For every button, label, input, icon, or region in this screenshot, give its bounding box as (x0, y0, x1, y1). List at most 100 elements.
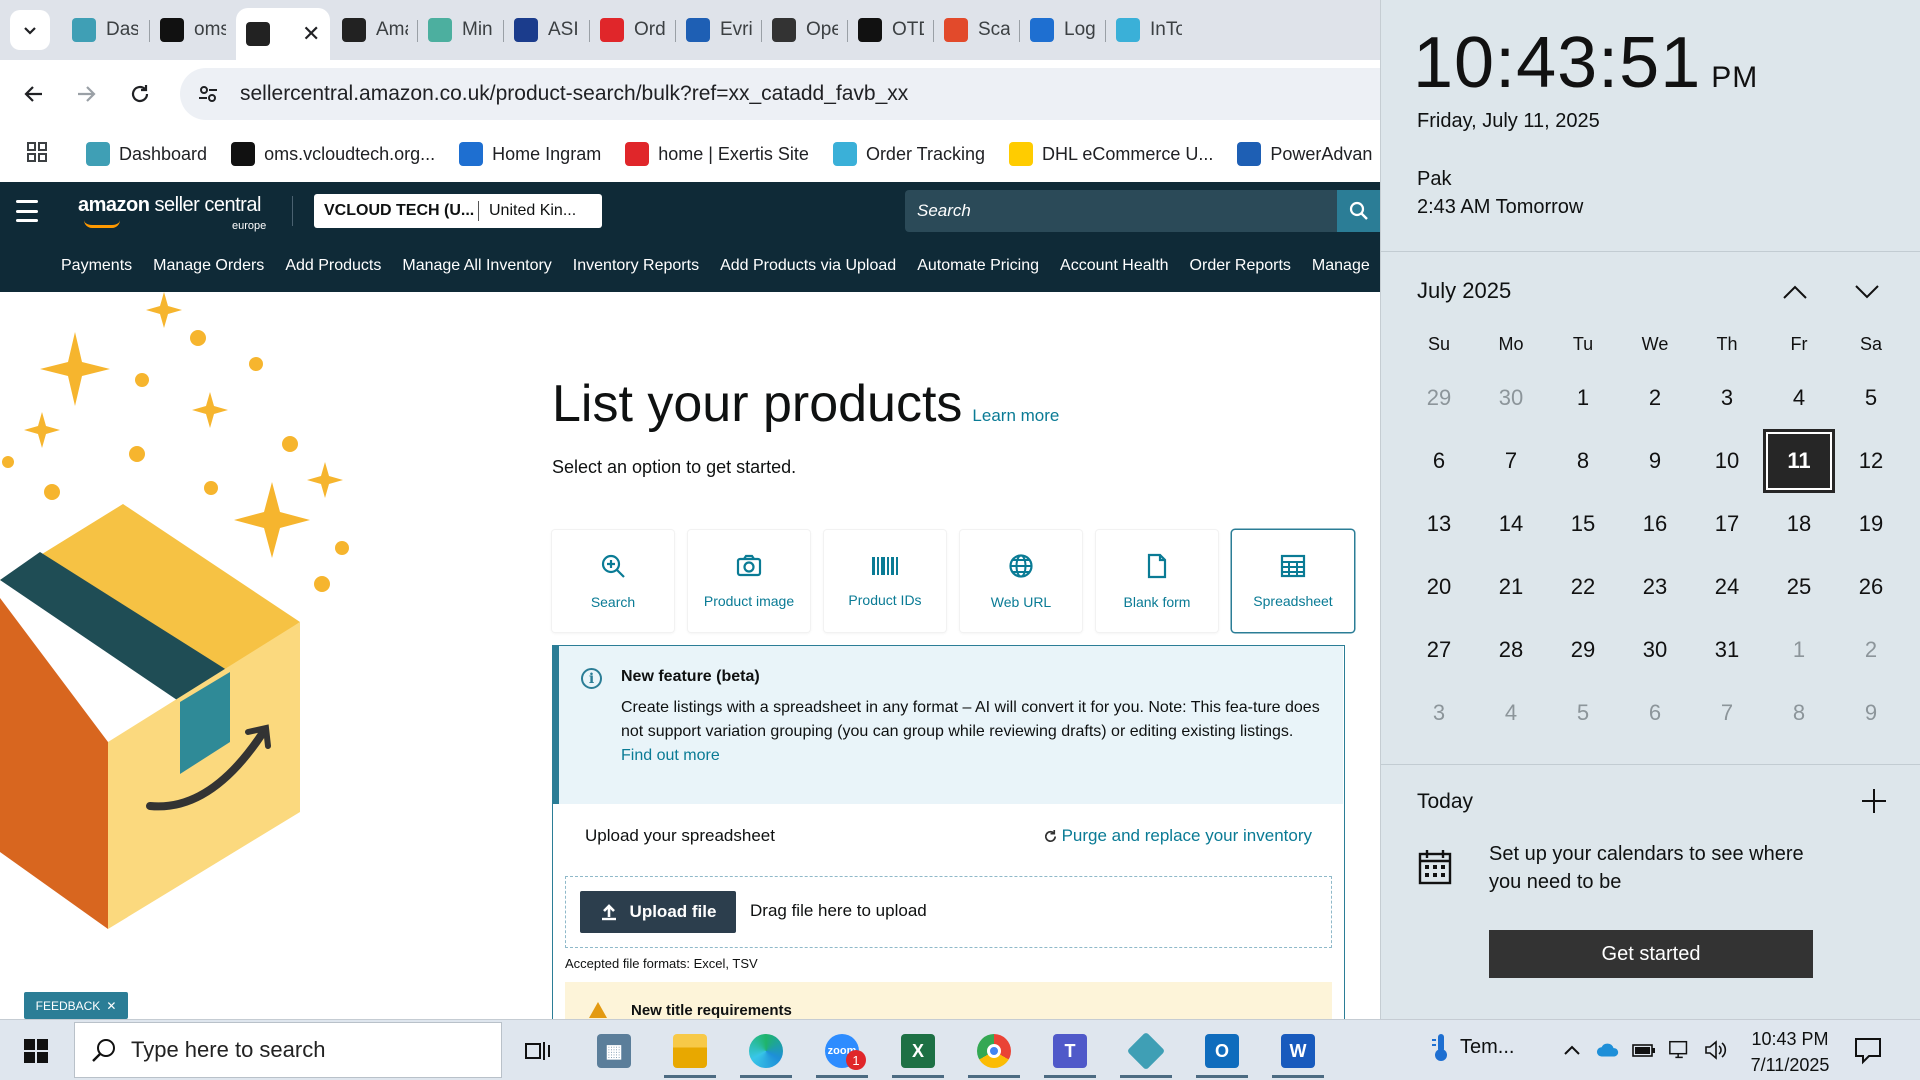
calendar-day[interactable]: 23 (1619, 555, 1691, 618)
close-icon[interactable]: ✕ (106, 999, 116, 1013)
get-started-button[interactable]: Get started (1489, 930, 1813, 978)
calendar-day[interactable]: 9 (1835, 681, 1907, 744)
seller-nav-item[interactable]: Payments (61, 257, 132, 275)
apps-grid-button[interactable] (26, 141, 48, 168)
seller-nav-item[interactable]: Add Products (285, 257, 381, 275)
browser-tab[interactable]: Ope (762, 8, 848, 52)
calendar-day[interactable]: 17 (1691, 492, 1763, 555)
calendar-day[interactable]: 16 (1619, 492, 1691, 555)
calendar-day[interactable]: 1 (1763, 618, 1835, 681)
calendar-day[interactable]: 19 (1835, 492, 1907, 555)
option-card[interactable]: Spreadsheet (1232, 530, 1354, 632)
calendar-day[interactable]: 10 (1691, 429, 1763, 492)
bookmark-item[interactable]: oms.vcloudtech.org... (231, 142, 435, 166)
seller-nav-item[interactable]: Automate Pricing (917, 257, 1039, 275)
browser-tab[interactable]: Ama (332, 8, 418, 52)
file-drop-zone[interactable]: Upload file Drag file here to upload (565, 876, 1332, 948)
calendar-day[interactable]: 12 (1835, 429, 1907, 492)
file-explorer-app[interactable] (660, 1024, 720, 1078)
seller-search-button[interactable] (1337, 190, 1380, 232)
calendar-day[interactable]: 8 (1547, 429, 1619, 492)
notification-center-icon[interactable] (1852, 1034, 1884, 1066)
browser-tab[interactable]: oms (150, 8, 236, 52)
task-view-button[interactable] (508, 1024, 568, 1078)
seller-nav-item[interactable]: Manage Orders (153, 257, 264, 275)
calendar-day[interactable]: 26 (1835, 555, 1907, 618)
calendar-day[interactable]: 29 (1547, 618, 1619, 681)
url-text[interactable]: sellercentral.amazon.co.uk/product-searc… (240, 82, 908, 106)
option-card[interactable]: Product image (688, 530, 810, 632)
browser-tab[interactable]: ASI (504, 8, 590, 52)
calendar-day[interactable]: 1 (1547, 366, 1619, 429)
tab-search-button[interactable] (10, 10, 50, 50)
hamburger-menu-icon[interactable] (16, 200, 38, 222)
seller-nav-item[interactable]: Manage All Inventory (402, 257, 551, 275)
browser-tab[interactable]: Scar (934, 8, 1020, 52)
browser-tab[interactable]: Evri (676, 8, 762, 52)
calendar-day[interactable]: 5 (1547, 681, 1619, 744)
browser-tab[interactable]: Ord (590, 8, 676, 52)
calendar-day[interactable]: 21 (1475, 555, 1547, 618)
calendar-day[interactable]: 9 (1619, 429, 1691, 492)
calendar-day[interactable]: 2 (1619, 366, 1691, 429)
calendar-day[interactable]: 6 (1619, 681, 1691, 744)
calendar-day[interactable]: 22 (1547, 555, 1619, 618)
calendar-day[interactable]: 24 (1691, 555, 1763, 618)
option-card[interactable]: Product IDs (824, 530, 946, 632)
browser-tab[interactable]: Min (418, 8, 504, 52)
address-bar[interactable]: sellercentral.amazon.co.uk/product-searc… (180, 68, 1380, 120)
taskbar-search-input[interactable]: Type here to search (74, 1022, 502, 1078)
seller-nav-item[interactable]: Add Products via Upload (720, 257, 896, 275)
option-card[interactable]: Web URL (960, 530, 1082, 632)
calendar-day[interactable]: 27 (1403, 618, 1475, 681)
calendar-day[interactable]: 15 (1547, 492, 1619, 555)
calendar-day[interactable]: 20 (1403, 555, 1475, 618)
calendar-day[interactable]: 6 (1403, 429, 1475, 492)
calendar-day[interactable]: 8 (1763, 681, 1835, 744)
browser-tab[interactable]: Log (1020, 8, 1106, 52)
taskbar-clock[interactable]: 10:43 PM 7/11/2025 (1740, 1026, 1840, 1078)
calendar-day-today[interactable]: 11 (1763, 428, 1835, 493)
calendar-day[interactable]: 30 (1619, 618, 1691, 681)
calendar-day[interactable]: 14 (1475, 492, 1547, 555)
show-hidden-icons-button[interactable] (1560, 1038, 1584, 1062)
reload-button[interactable] (120, 74, 160, 114)
bookmark-item[interactable]: home | Exertis Site (625, 142, 809, 166)
calendar-day[interactable]: 4 (1763, 366, 1835, 429)
learn-more-link[interactable]: Learn more (972, 406, 1059, 426)
option-card[interactable]: Blank form (1096, 530, 1218, 632)
battery-tray[interactable] (1632, 1038, 1656, 1062)
browser-tab[interactable]: InTo (1106, 8, 1192, 52)
bookmark-item[interactable]: Home Ingram (459, 142, 601, 166)
calendar-day[interactable]: 28 (1475, 618, 1547, 681)
upload-file-button[interactable]: Upload file (580, 891, 736, 933)
calendar-day[interactable]: 2 (1835, 618, 1907, 681)
seller-nav-item[interactable]: Manage (1312, 257, 1370, 275)
browser-tab[interactable]: ✕ (236, 8, 331, 60)
outlook-app[interactable]: O (1192, 1024, 1252, 1078)
calendar-day[interactable]: 5 (1835, 366, 1907, 429)
seller-nav-item[interactable]: Inventory Reports (573, 257, 699, 275)
calendar-day[interactable]: 3 (1691, 366, 1763, 429)
feedback-button[interactable]: FEEDBACK ✕ (24, 992, 128, 1019)
calendar-day[interactable]: 25 (1763, 555, 1835, 618)
calendar-day[interactable]: 18 (1763, 492, 1835, 555)
calculator-app[interactable]: ▦ (584, 1024, 644, 1078)
calendar-day[interactable]: 29 (1403, 366, 1475, 429)
seller-nav-item[interactable]: Order Reports (1190, 257, 1291, 275)
weather-widget[interactable]: Tem... (1430, 1032, 1514, 1062)
bookmark-item[interactable]: DHL eCommerce U... (1008, 142, 1213, 166)
excel-app[interactable]: X (888, 1024, 948, 1078)
calendar-day[interactable]: 13 (1403, 492, 1475, 555)
find-out-more-link[interactable]: Find out more (621, 747, 720, 764)
chrome-app[interactable] (964, 1024, 1024, 1078)
word-app[interactable]: W (1268, 1024, 1328, 1078)
calendar-day[interactable]: 7 (1475, 429, 1547, 492)
account-switcher[interactable]: VCLOUD TECH (U... United Kin... (314, 194, 602, 228)
calendar-day[interactable]: 3 (1403, 681, 1475, 744)
site-info-button[interactable] (186, 72, 230, 116)
purge-link[interactable]: Purge and replace your inventory (1043, 826, 1312, 846)
calendar-day[interactable]: 7 (1691, 681, 1763, 744)
bookmark-item[interactable]: Order Tracking (832, 142, 985, 166)
edge-app[interactable] (736, 1024, 796, 1078)
